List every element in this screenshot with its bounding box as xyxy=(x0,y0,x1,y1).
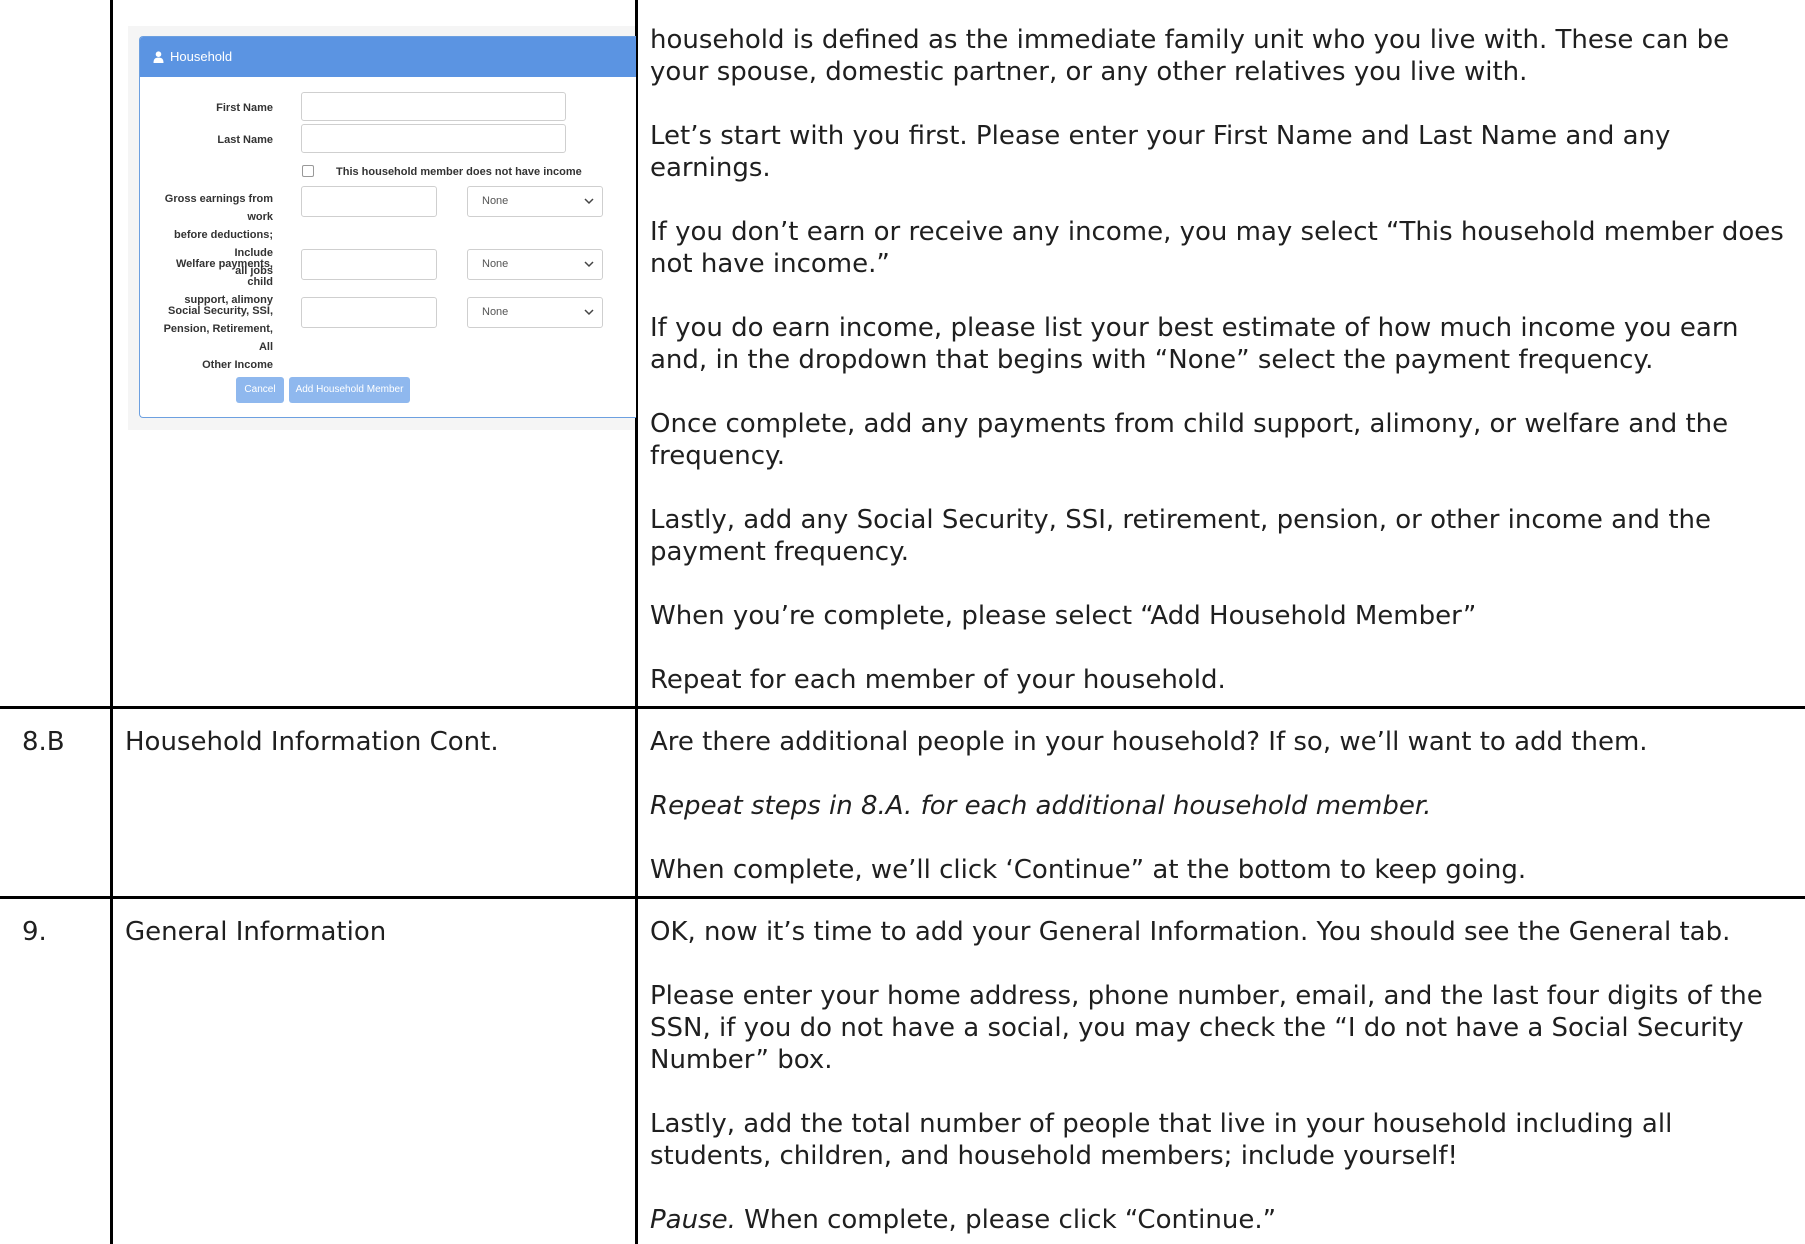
instruction-text: When complete, please click “Continue.” xyxy=(735,1205,1277,1235)
social-security-label-line: Other Income xyxy=(202,359,273,371)
instruction-line: and, in the dropdown that begins with “N… xyxy=(650,345,1654,375)
welfare-label-line: Welfare payments, child xyxy=(175,258,273,288)
chevron-down-icon xyxy=(584,198,594,205)
instruction-line: SSN, if you do not have a social, you ma… xyxy=(650,1013,1744,1043)
instruction-paragraph: Lastly, add any Social Security, SSI, re… xyxy=(650,504,1790,568)
chevron-down-icon xyxy=(584,261,594,268)
no-income-label: This household member does not have inco… xyxy=(336,166,582,178)
instruction-paragraph: OK, now it’s time to add your General In… xyxy=(650,917,1731,947)
instruction-line: Number” box. xyxy=(650,1045,833,1075)
instruction-paragraph: Once complete, add any payments from chi… xyxy=(650,408,1790,472)
instruction-line: earnings. xyxy=(650,153,771,183)
household-panel-title: Household xyxy=(170,49,233,64)
instruction-line: frequency. xyxy=(650,441,785,471)
instruction-line: If you do earn income, please list your … xyxy=(650,313,1739,343)
instruction-paragraph: When you’re complete, please select “Add… xyxy=(650,600,1790,632)
first-name-input[interactable] xyxy=(301,92,566,121)
user-icon xyxy=(153,51,164,63)
instruction-line: not have income.” xyxy=(650,249,890,279)
instruction-paragraph: If you don’t earn or receive any income,… xyxy=(650,216,1790,280)
frequency-value: None xyxy=(482,306,509,318)
social-security-label-line: Pension, Retirement, All xyxy=(163,323,273,353)
social-security-frequency-select[interactable]: None xyxy=(467,297,603,328)
instruction-line: If you don’t earn or receive any income,… xyxy=(650,217,1784,247)
instruction-line: household is defined as the immediate fa… xyxy=(650,25,1730,55)
instruction-line: Once complete, add any payments from chi… xyxy=(650,409,1729,439)
instruction-line: Repeat for each member of your household… xyxy=(650,665,1226,695)
instruction-line: your spouse, domestic partner, or any ot… xyxy=(650,57,1528,87)
social-security-label-line: Social Security, SSI, xyxy=(168,305,273,317)
welfare-input[interactable] xyxy=(301,249,437,280)
frequency-value: None xyxy=(482,195,509,207)
column-divider-1 xyxy=(110,0,113,1244)
instruction-line: payment frequency. xyxy=(650,537,910,567)
frequency-value: None xyxy=(482,258,509,270)
welfare-label: Welfare payments, child support, alimony xyxy=(150,255,273,309)
instruction-paragraph: Lastly, add the total number of people t… xyxy=(650,1108,1790,1172)
add-household-member-button[interactable]: Add Household Member xyxy=(289,377,410,403)
row-divider-9 xyxy=(0,896,1805,899)
gross-earnings-frequency-select[interactable]: None xyxy=(467,186,603,217)
instruction-paragraph: Please enter your home address, phone nu… xyxy=(650,980,1790,1076)
instruction-line: When you’re complete, please select “Add… xyxy=(650,601,1477,631)
chevron-down-icon xyxy=(584,309,594,316)
no-income-checkbox[interactable] xyxy=(302,165,314,177)
instruction-paragraph: When complete, we’ll click ‘Continue” at… xyxy=(650,855,1527,885)
household-panel: Household First Name Last Name This hous… xyxy=(139,36,636,418)
gross-earnings-input[interactable] xyxy=(301,186,437,217)
social-security-input[interactable] xyxy=(301,297,437,328)
instruction-paragraph: If you do earn income, please list your … xyxy=(650,312,1790,376)
italic-text: Repeat steps in 8.A. for each additional… xyxy=(650,791,1432,821)
cancel-button[interactable]: Cancel xyxy=(236,377,284,403)
welfare-frequency-select[interactable]: None xyxy=(467,249,603,280)
italic-text: Pause. xyxy=(650,1205,736,1235)
last-name-input[interactable] xyxy=(301,124,566,153)
step-number: 8.B xyxy=(22,727,65,757)
gross-earnings-label-line: Gross earnings from work xyxy=(164,193,273,223)
row-divider-8b xyxy=(0,706,1805,709)
instruction-line: students, children, and household member… xyxy=(650,1141,1458,1171)
social-security-label: Social Security, SSI, Pension, Retiremen… xyxy=(150,302,273,374)
instruction-paragraph: Pause. When complete, please click “Cont… xyxy=(650,1204,1790,1236)
instruction-paragraph: household is defined as the immediate fa… xyxy=(650,24,1790,88)
instruction-line: Let’s start with you first. Please enter… xyxy=(650,121,1671,151)
step-title: Household Information Cont. xyxy=(125,727,499,757)
household-panel-header: Household xyxy=(140,37,636,77)
step-number: 9. xyxy=(22,917,47,947)
instruction-paragraph: Let’s start with you first. Please enter… xyxy=(650,120,1790,184)
instruction-line: Please enter your home address, phone nu… xyxy=(650,981,1763,1011)
last-name-label: Last Name xyxy=(217,134,273,146)
step-title: General Information xyxy=(125,917,387,947)
instruction-paragraph-italic: Repeat steps in 8.A. for each additional… xyxy=(650,790,1790,822)
instruction-paragraph: Repeat for each member of your household… xyxy=(650,664,1790,696)
instruction-line: Lastly, add the total number of people t… xyxy=(650,1109,1673,1139)
instruction-paragraph: Are there additional people in your hous… xyxy=(650,727,1648,757)
first-name-label: First Name xyxy=(216,102,273,114)
instruction-line: Lastly, add any Social Security, SSI, re… xyxy=(650,505,1711,535)
